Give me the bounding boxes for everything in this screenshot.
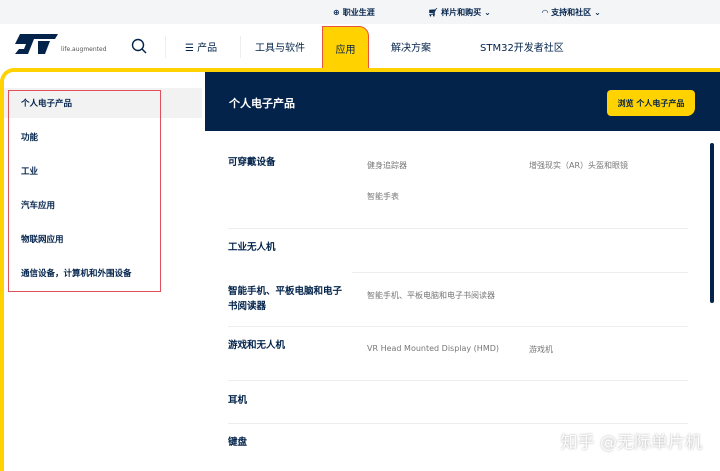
headset-icon: ◠ xyxy=(542,8,549,17)
sub-link[interactable]: 增强现实（AR）头盔和眼镜 xyxy=(529,160,628,171)
utility-bar: ⊕ 职业生涯 🛒︎ 样片和购买 ⌄ ◠ 支持和社区 ⌄ xyxy=(0,0,720,24)
panel-header: 个人电子产品 浏览 个人电子产品 xyxy=(205,72,720,131)
nav-products-label: 产品 xyxy=(197,43,218,54)
chevron-down-icon: ⌄ xyxy=(594,8,601,17)
nav-tools[interactable]: 工具与软件 xyxy=(255,39,305,54)
careers-label: 职业生涯 xyxy=(342,8,375,17)
tagline: life.augmented xyxy=(61,46,107,53)
nav-applications[interactable]: 应用 xyxy=(322,26,369,70)
watermark: 知乎 @无际单片机 xyxy=(560,433,702,453)
menu-icon: ☰ xyxy=(185,43,198,54)
globe-icon: ⊕ xyxy=(333,8,340,17)
section-title[interactable]: 耳机 xyxy=(228,393,348,408)
divider xyxy=(240,36,241,58)
sub-link[interactable]: VR Head Mounted Display (HMD) xyxy=(367,344,499,353)
careers-link[interactable]: ⊕ 职业生涯 xyxy=(333,7,375,18)
chevron-down-icon: ⌄ xyxy=(484,8,491,17)
st-logo[interactable] xyxy=(12,32,60,54)
annotation-box xyxy=(8,90,161,292)
sub-link[interactable]: 健身追踪器 xyxy=(367,160,407,171)
nav-solutions[interactable]: 解决方案 xyxy=(391,39,431,54)
divider xyxy=(352,272,688,273)
sidebar: 个人电子产品 功能 工业 汽车应用 物联网应用 通信设备，计算机和外围设备 xyxy=(4,72,205,471)
sub-link[interactable]: 游戏机 xyxy=(529,344,553,355)
support-label: 支持和社区 xyxy=(551,8,592,17)
nav-stm32[interactable]: STM32开发者社区 xyxy=(480,39,564,54)
section-title[interactable]: 可穿戴设备 xyxy=(228,155,348,170)
divider xyxy=(165,36,166,58)
nav-applications-label: 应用 xyxy=(335,44,356,56)
divider xyxy=(228,380,688,381)
divider xyxy=(228,228,688,229)
sub-link[interactable]: 智能手机、平板电脑和电子书阅读器 xyxy=(367,290,495,301)
cart-icon: 🛒︎ xyxy=(428,8,439,17)
section-title[interactable]: 游戏和无人机 xyxy=(228,338,348,353)
section-title[interactable]: 工业无人机 xyxy=(228,240,348,255)
buy-link[interactable]: 🛒︎ 样片和购买 ⌄ xyxy=(428,7,491,18)
scrollbar[interactable] xyxy=(710,143,714,303)
divider xyxy=(228,326,688,327)
browse-button[interactable]: 浏览 个人电子产品 xyxy=(607,90,695,116)
section-title[interactable]: 智能手机、平板电脑和电子书阅读器 xyxy=(228,284,346,314)
divider xyxy=(228,423,688,424)
section-title[interactable]: 键盘 xyxy=(228,435,348,450)
panel-title: 个人电子产品 xyxy=(229,97,295,110)
search-icon[interactable] xyxy=(131,38,147,54)
sub-link[interactable]: 智能手表 xyxy=(367,191,399,202)
nav-products[interactable]: ☰ 产品 xyxy=(185,39,217,54)
support-link[interactable]: ◠ 支持和社区 ⌄ xyxy=(542,7,601,18)
buy-label: 样片和购买 xyxy=(441,8,482,17)
main-nav: life.augmented ☰ 产品 工具与软件 应用 解决方案 STM32开… xyxy=(0,24,720,70)
